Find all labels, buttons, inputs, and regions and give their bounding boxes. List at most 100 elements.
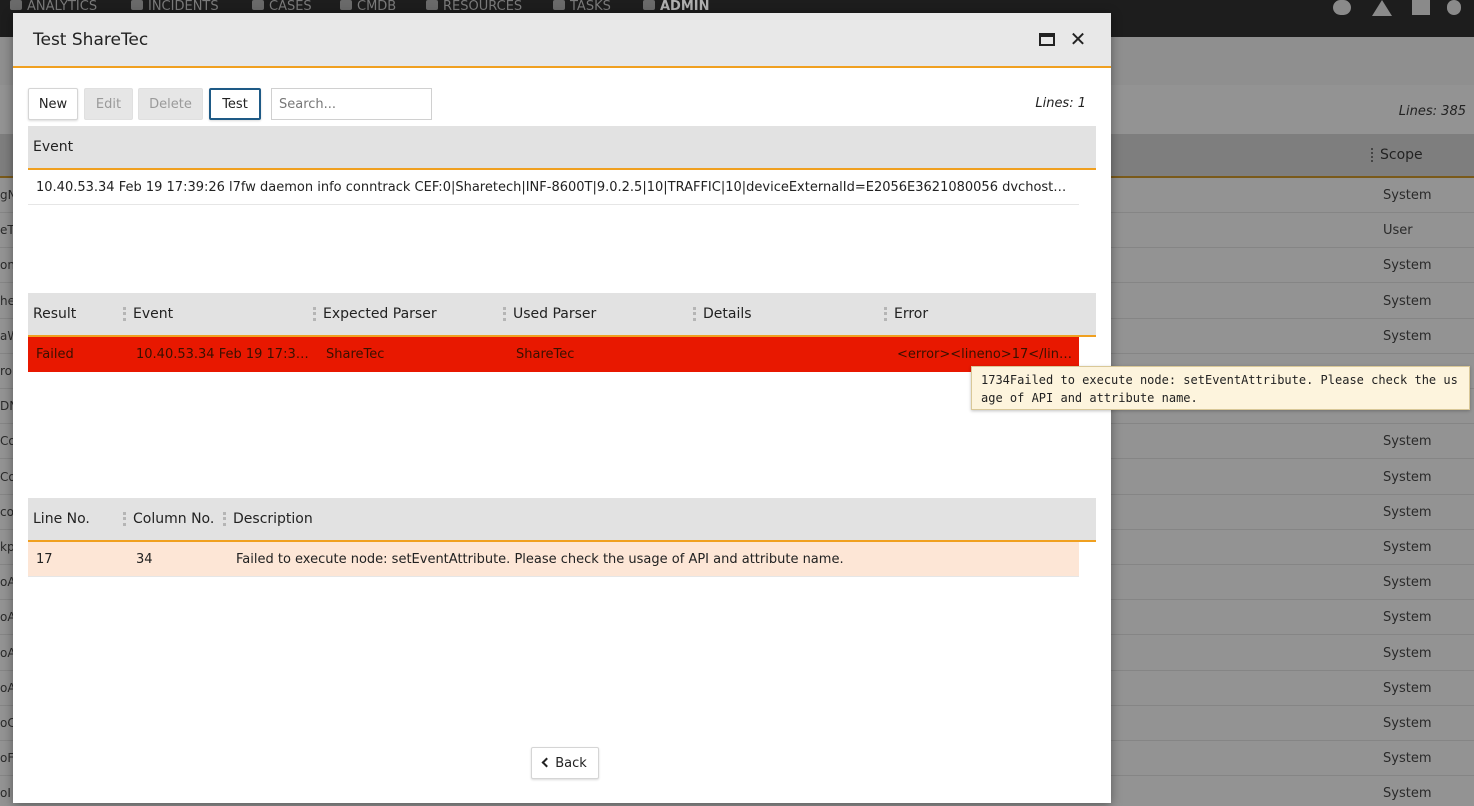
background-row-scope: System <box>1383 328 1432 344</box>
column-header-result[interactable]: Result <box>33 306 76 322</box>
background-row-scope: System <box>1383 258 1432 274</box>
modal-title: Test ShareTec <box>33 30 149 50</box>
background-row-scope: System <box>1383 786 1432 802</box>
event-grid-header: Event <box>28 126 1096 170</box>
column-grip-icon[interactable] <box>123 307 126 321</box>
column-header-description[interactable]: Description <box>233 511 313 527</box>
background-row-name: co <box>0 504 13 519</box>
error-grid-header: Line No. Column No. Description <box>28 498 1096 542</box>
event-text: 10.40.53.34 Feb 19 17:39:26 l7fw daemon … <box>36 180 1072 195</box>
lines-count: Lines: 1 <box>1035 96 1086 111</box>
background-row-name: oA <box>0 680 13 695</box>
column-header-details[interactable]: Details <box>703 306 752 322</box>
description-cell: Failed to execute node: setEventAttribut… <box>236 552 844 567</box>
background-row-scope: System <box>1383 540 1432 555</box>
background-row-scope: System <box>1383 188 1432 203</box>
background-row-scope: System <box>1383 469 1432 485</box>
search-input[interactable] <box>271 88 432 120</box>
background-row-name: oF <box>0 751 13 766</box>
help-icon[interactable] <box>1333 0 1351 15</box>
event-row[interactable]: 10.40.53.34 Feb 19 17:39:26 l7fw daemon … <box>28 170 1079 205</box>
expected-parser-cell: ShareTec <box>326 347 385 362</box>
background-row-scope: System <box>1383 751 1432 767</box>
background-row-scope: User <box>1383 223 1413 239</box>
edit-button[interactable]: Edit <box>84 88 133 120</box>
back-button[interactable]: Back <box>531 747 599 779</box>
bar-chart-icon <box>426 0 438 10</box>
nav-analytics[interactable]: ANALYTICS <box>10 0 110 14</box>
line-no-cell: 17 <box>36 552 53 567</box>
nav-cases[interactable]: CASES <box>252 0 322 14</box>
column-header-column-no[interactable]: Column No. <box>133 511 214 527</box>
column-grip-icon[interactable] <box>123 512 126 526</box>
background-row-name: DN <box>0 399 13 414</box>
warning-icon[interactable] <box>1372 0 1392 16</box>
test-parser-modal: Test ShareTec ✕ New Edit Delete Test Lin… <box>13 13 1111 803</box>
background-row-scope: System <box>1383 680 1432 696</box>
error-tooltip: 1734Failed to execute node: setEventAttr… <box>971 366 1470 410</box>
new-button[interactable]: New <box>28 88 78 120</box>
column-header-expected-parser[interactable]: Expected Parser <box>323 306 437 322</box>
column-grip-icon[interactable] <box>313 307 316 321</box>
database-icon <box>340 0 352 10</box>
column-grip-icon[interactable] <box>503 307 506 321</box>
nav-cmdb[interactable]: CMDB <box>340 0 410 14</box>
nav-resources[interactable]: RESOURCES <box>426 0 536 14</box>
background-row-scope: System <box>1383 645 1432 661</box>
background-scope-header[interactable]: Scope <box>1380 147 1423 163</box>
list-icon <box>553 0 565 10</box>
column-header-event[interactable]: Event <box>33 139 73 155</box>
column-grip-icon[interactable] <box>884 307 887 321</box>
folder-icon <box>252 0 264 10</box>
user-icon[interactable] <box>1447 0 1461 15</box>
bell-icon <box>131 0 143 10</box>
chart-icon <box>10 0 22 10</box>
column-header-error[interactable]: Error <box>894 306 928 322</box>
result-event-cell: 10.40.53.34 Feb 19 17:39... <box>136 347 311 362</box>
chevron-left-icon <box>541 757 552 767</box>
background-row-name: on <box>0 258 13 273</box>
background-row-name: eT <box>0 223 13 238</box>
nav-admin[interactable]: ADMIN <box>643 0 723 14</box>
gears-icon <box>643 0 655 10</box>
maximize-icon[interactable] <box>1038 31 1056 49</box>
column-grip-icon[interactable] <box>223 512 226 526</box>
background-row-scope: System <box>1383 575 1432 591</box>
result-cell: Failed <box>36 347 74 362</box>
error-row[interactable]: 17 34 Failed to execute node: setEventAt… <box>28 542 1079 577</box>
background-row-scope: System <box>1383 293 1432 309</box>
id-card-icon[interactable] <box>1412 0 1430 15</box>
background-row-name: gN <box>0 188 13 202</box>
column-header-event[interactable]: Event <box>133 306 173 322</box>
result-grid-header: Result Event Expected Parser Used Parser… <box>28 293 1096 337</box>
delete-button[interactable]: Delete <box>138 88 203 120</box>
test-button[interactable]: Test <box>209 88 261 120</box>
background-row-scope: System <box>1383 610 1432 626</box>
background-row-scope: System <box>1383 504 1432 520</box>
background-row-name: oA <box>0 610 13 625</box>
column-no-cell: 34 <box>136 552 153 567</box>
background-row-name: oA <box>0 645 13 660</box>
modal-header: Test ShareTec ✕ <box>13 13 1111 68</box>
column-grip-icon[interactable] <box>693 307 696 321</box>
result-row-failed[interactable]: Failed 10.40.53.34 Feb 19 17:39... Share… <box>28 337 1079 372</box>
background-row-name: Co <box>0 434 13 449</box>
background-row-name: Co <box>0 469 13 484</box>
background-lines-count: Lines: 385 <box>1398 104 1466 119</box>
background-row-scope: System <box>1383 716 1432 731</box>
background-row-name: he <box>0 293 13 308</box>
background-row-name: oI <box>0 786 11 801</box>
background-row-name: oA <box>0 575 13 590</box>
error-cell: <error><lineno>17</linen... <box>897 347 1073 362</box>
background-row-name: oC <box>0 716 13 730</box>
close-icon[interactable]: ✕ <box>1069 29 1087 49</box>
background-row-name: aW <box>0 328 13 343</box>
background-row-name: ro <box>0 364 13 378</box>
column-header-line-no[interactable]: Line No. <box>33 511 90 527</box>
column-grip-icon[interactable] <box>1371 148 1374 162</box>
nav-incidents[interactable]: INCIDENTS <box>131 0 226 14</box>
nav-tasks[interactable]: TASKS <box>553 0 623 14</box>
background-row-scope: System <box>1383 434 1432 450</box>
used-parser-cell: ShareTec <box>516 347 575 362</box>
column-header-used-parser[interactable]: Used Parser <box>513 306 596 322</box>
